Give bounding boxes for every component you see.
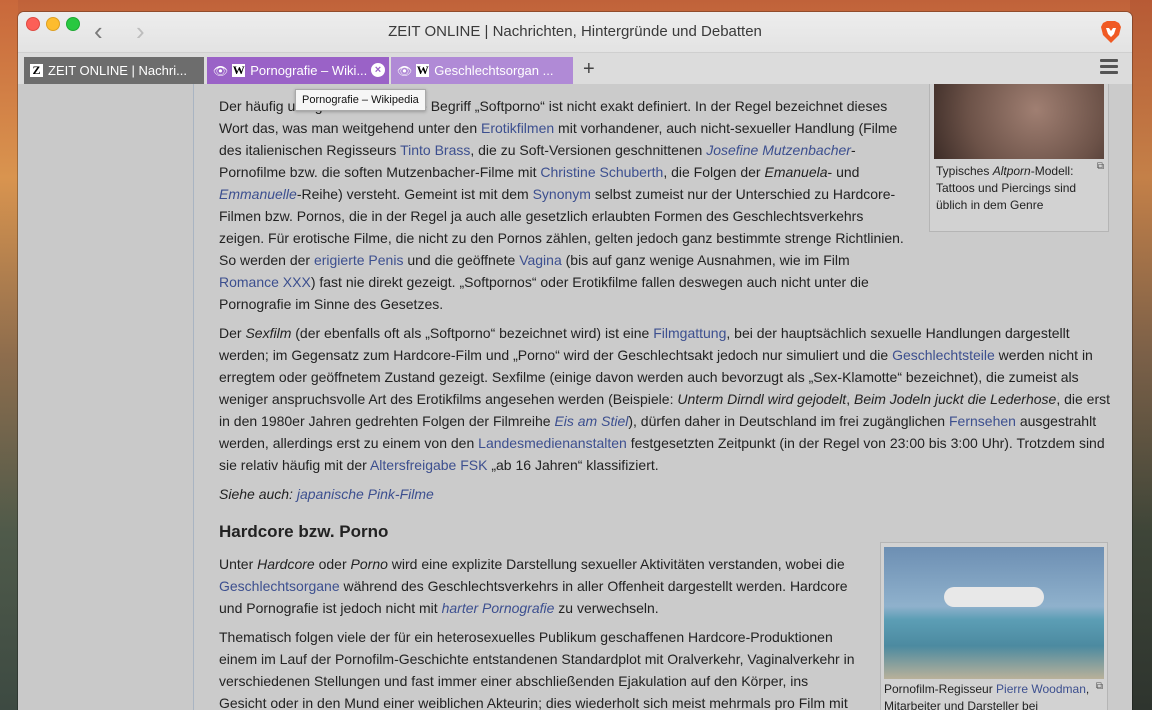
private-eye-icon: 👁 [213, 63, 229, 78]
tab-tooltip: Pornografie – Wikipedia [295, 89, 426, 111]
new-tab-plus-icon[interactable]: + [583, 58, 595, 81]
link-emmanuelle[interactable]: Emmanuelle [219, 186, 297, 202]
tab-label: ZEIT ONLINE | Nachri... [48, 63, 187, 78]
paragraph-standardplot: Thematisch folgen viele der für ein hete… [219, 629, 855, 710]
link-vagina[interactable]: Vagina [519, 252, 562, 268]
link-romance-xxx[interactable]: Romance XXX [219, 274, 311, 290]
link-erigierte-penis[interactable]: erigierte Penis [314, 252, 404, 268]
link-josefine-mutzenbacher[interactable]: Josefine Mutzenbacher [706, 142, 851, 158]
brave-lion-icon[interactable] [1100, 20, 1122, 44]
link-geschlechtsorgane[interactable]: Geschlechtsorgane [219, 578, 340, 594]
link-geschlechtsteile[interactable]: Geschlechtsteile [892, 347, 995, 363]
desktop-background-left [0, 0, 18, 710]
page-content: ⧉ Typisches Altporn-Modell: Tattoos und … [18, 84, 1132, 710]
link-erotikfilm[interactable]: Erotikfilmen [481, 120, 554, 136]
wikipedia-favicon-icon: W [232, 63, 246, 77]
tab-geschlechtsorgan[interactable]: 👁 W Geschlechtsorgan ... [391, 57, 573, 84]
link-tinto-brass[interactable]: Tinto Brass [400, 142, 470, 158]
link-harte-pornografie[interactable]: harter Pornografie [442, 600, 555, 616]
link-eis-am-stiel[interactable]: Eis am Stiel [554, 413, 628, 429]
link-landesmedienanstalten[interactable]: Landesmedienanstalten [478, 435, 627, 451]
tab-close-icon[interactable]: × [371, 63, 385, 77]
tab-zeit-online[interactable]: Z ZEIT ONLINE | Nachri... [24, 57, 204, 84]
browser-window: ‹ › ZEIT ONLINE | Nachrichten, Hintergrü… [18, 12, 1132, 710]
title-bar: ‹ › ZEIT ONLINE | Nachrichten, Hintergrü… [18, 12, 1132, 52]
paragraph-sexfilm: Der Sexfilm (der ebenfalls oft als „Soft… [219, 325, 1111, 473]
window-title: ZEIT ONLINE | Nachrichten, Hintergründe … [388, 23, 762, 40]
paragraph-softporno: Der häufig und gerne verwendete Begriff … [219, 98, 904, 312]
private-eye-icon: 👁 [397, 63, 413, 78]
link-fernsehen[interactable]: Fernsehen [949, 413, 1016, 429]
article-body: Der häufig und gerne verwendete Begriff … [219, 84, 1119, 710]
desktop-background-right [1130, 0, 1152, 710]
tab-pornografie-wikipedia[interactable]: 👁 W Pornografie – Wiki... × [207, 57, 389, 84]
zeit-favicon-icon: Z [30, 63, 43, 77]
see-also: Siehe auch: japanische Pink-Filme [219, 486, 434, 502]
paragraph-hardcore: Unter Hardcore oder Porno wird eine expl… [219, 556, 848, 616]
tab-bar: Z ZEIT ONLINE | Nachri... 👁 W Pornografi… [18, 52, 1132, 85]
tab-label: Pornografie – Wiki... [250, 63, 368, 78]
link-christine-schuberth[interactable]: Christine Schuberth [540, 164, 663, 180]
link-filmgattung[interactable]: Filmgattung [653, 325, 726, 341]
tab-label: Geschlechtsorgan ... [434, 63, 554, 78]
link-synonym[interactable]: Synonym [533, 186, 591, 202]
link-altersfreigabe-fsk[interactable]: Altersfreigabe FSK [370, 457, 488, 473]
wikipedia-favicon-icon: W [416, 63, 430, 77]
left-sidebar [18, 84, 194, 710]
section-heading: Hardcore bzw. Porno [219, 522, 389, 541]
hamburger-menu-icon[interactable] [1100, 59, 1118, 77]
link-pink-filme[interactable]: japanische Pink-Filme [297, 486, 434, 502]
